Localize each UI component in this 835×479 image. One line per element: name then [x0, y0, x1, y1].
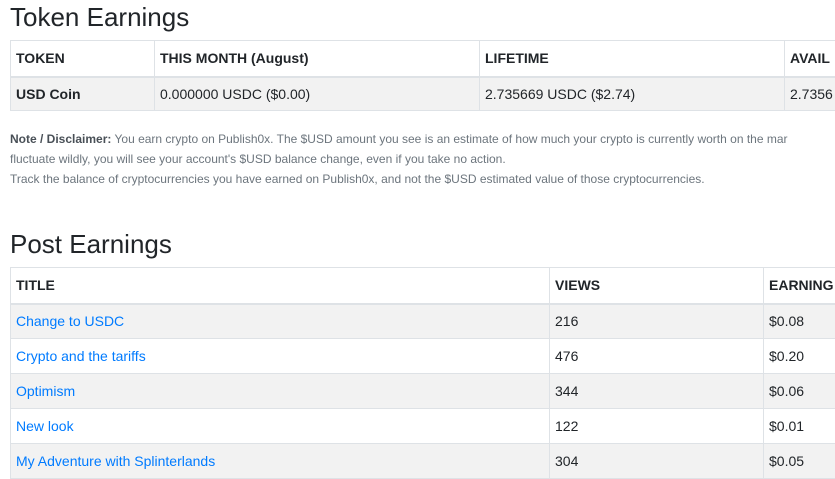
- post-title-cell: New look: [11, 409, 550, 444]
- post-link[interactable]: Crypto and the tariffs: [16, 348, 146, 364]
- table-row: New look 122 $0.01: [11, 409, 835, 444]
- post-views-cell: 216: [550, 304, 764, 339]
- post-title-cell: Crypto and the tariffs: [11, 339, 550, 374]
- available-col-header: AVAIL: [785, 41, 835, 77]
- token-earnings-table: TOKEN THIS MONTH (August) LIFETIME AVAIL…: [10, 40, 835, 111]
- post-earnings-cell: $0.08: [764, 304, 835, 339]
- table-row: Change to USDC 216 $0.08: [11, 304, 835, 339]
- post-views-cell: 304: [550, 444, 764, 479]
- available-cell: 2.7356: [785, 77, 835, 111]
- post-title-cell: Optimism: [11, 374, 550, 409]
- table-row: Crypto and the tariffs 476 $0.20: [11, 339, 835, 374]
- post-views-cell: 344: [550, 374, 764, 409]
- post-earnings-cell: $0.05: [764, 444, 835, 479]
- earnings-col-header: EARNING: [764, 268, 835, 304]
- token-earnings-heading: Token Earnings: [10, 4, 189, 30]
- token-row: USD Coin 0.000000 USDC ($0.00) 2.735669 …: [11, 77, 835, 111]
- token-col-header: TOKEN: [11, 41, 155, 77]
- post-link[interactable]: Change to USDC: [16, 313, 124, 329]
- views-col-header: VIEWS: [550, 268, 764, 304]
- lifetime-col-header: LIFETIME: [480, 41, 785, 77]
- post-earnings-table: TITLE VIEWS EARNING Change to USDC 216 $…: [10, 267, 835, 479]
- disclaimer-line-1: Note / Disclaimer: You earn crypto on Pu…: [10, 129, 835, 149]
- post-link[interactable]: Optimism: [16, 383, 75, 399]
- disclaimer-note: Note / Disclaimer: You earn crypto on Pu…: [10, 129, 835, 189]
- disclaimer-line-3: Track the balance of cryptocurrencies yo…: [10, 169, 835, 189]
- post-title-cell: Change to USDC: [11, 304, 550, 339]
- post-views-cell: 476: [550, 339, 764, 374]
- post-title-cell: My Adventure with Splinterlands: [11, 444, 550, 479]
- disclaimer-text-1: You earn crypto on Publish0x. The $USD a…: [115, 132, 788, 146]
- post-earnings-cell: $0.01: [764, 409, 835, 444]
- post-earnings-cell: $0.20: [764, 339, 835, 374]
- lifetime-cell: 2.735669 USDC ($2.74): [480, 77, 785, 111]
- title-col-header: TITLE: [11, 268, 550, 304]
- this-month-col-header: THIS MONTH (August): [155, 41, 480, 77]
- post-link[interactable]: My Adventure with Splinterlands: [16, 453, 215, 469]
- post-link[interactable]: New look: [16, 418, 74, 434]
- table-row: Optimism 344 $0.06: [11, 374, 835, 409]
- post-views-cell: 122: [550, 409, 764, 444]
- table-row: My Adventure with Splinterlands 304 $0.0…: [11, 444, 835, 479]
- this-month-cell: 0.000000 USDC ($0.00): [155, 77, 480, 111]
- token-table-header-row: TOKEN THIS MONTH (August) LIFETIME AVAIL: [11, 41, 835, 77]
- disclaimer-line-2: fluctuate wildly, you will see your acco…: [10, 149, 835, 169]
- post-table-header-row: TITLE VIEWS EARNING: [11, 268, 835, 304]
- post-earnings-cell: $0.06: [764, 374, 835, 409]
- post-earnings-heading: Post Earnings: [10, 231, 172, 257]
- token-name-cell: USD Coin: [11, 77, 155, 111]
- disclaimer-label: Note / Disclaimer:: [10, 132, 111, 146]
